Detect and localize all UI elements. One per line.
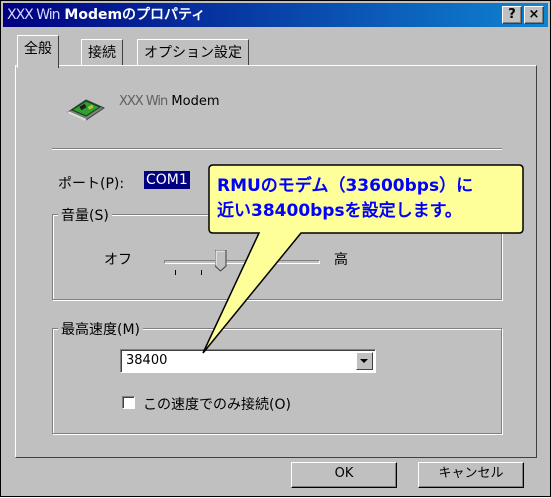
modem-properties-dialog: XXX Win Modemのプロパティ ? × 全般 接続 オプション設定 XX… (0, 0, 551, 497)
dropdown-arrow-icon[interactable] (356, 352, 373, 370)
ok-button[interactable]: OK (291, 462, 397, 488)
max-speed-label: 最高速度(M) (58, 319, 144, 339)
window-title-main: Modemのプロパティ (64, 7, 206, 23)
volume-max-label: 高 (334, 252, 348, 268)
device-name-prefix: XXX Win (119, 94, 168, 109)
window-title: XXX Win Modemのプロパティ (7, 6, 205, 24)
separator (52, 148, 502, 150)
port-value: COM1 (144, 171, 190, 189)
volume-slider-track[interactable] (164, 260, 320, 264)
cancel-button[interactable]: キャンセル (418, 462, 524, 488)
volume-slider-thumb[interactable] (214, 249, 227, 276)
volume-label: 音量(S) (58, 205, 112, 225)
window-title-prefix: XXX Win (7, 7, 61, 23)
port-label: ポート(P): (58, 176, 125, 192)
tab-connection[interactable]: 接続 (81, 39, 123, 66)
max-speed-select[interactable]: 38400 (120, 349, 376, 373)
device-name: XXX Win Modem (119, 94, 220, 109)
tab-general[interactable]: 全般 (17, 35, 59, 68)
volume-tick (201, 270, 202, 275)
only-this-speed-checkbox[interactable] (122, 396, 135, 409)
volume-min-label: オフ (104, 252, 132, 268)
max-speed-value: 38400 (126, 353, 168, 368)
volume-tick (175, 270, 176, 275)
close-button[interactable]: × (524, 6, 544, 24)
max-speed-group (52, 328, 502, 434)
help-button[interactable]: ? (502, 6, 522, 24)
modem-icon (66, 86, 106, 126)
title-bar[interactable]: XXX Win Modemのプロパティ ? × (3, 3, 548, 27)
tab-panel-general: XXX Win Modem ポート(P): COM1 音量(S) オフ 高 最高… (15, 65, 537, 458)
device-name-main: Modem (171, 94, 220, 109)
only-this-speed-label[interactable]: この速度でのみ接続(O) (143, 394, 291, 414)
tab-options[interactable]: オプション設定 (137, 39, 249, 66)
